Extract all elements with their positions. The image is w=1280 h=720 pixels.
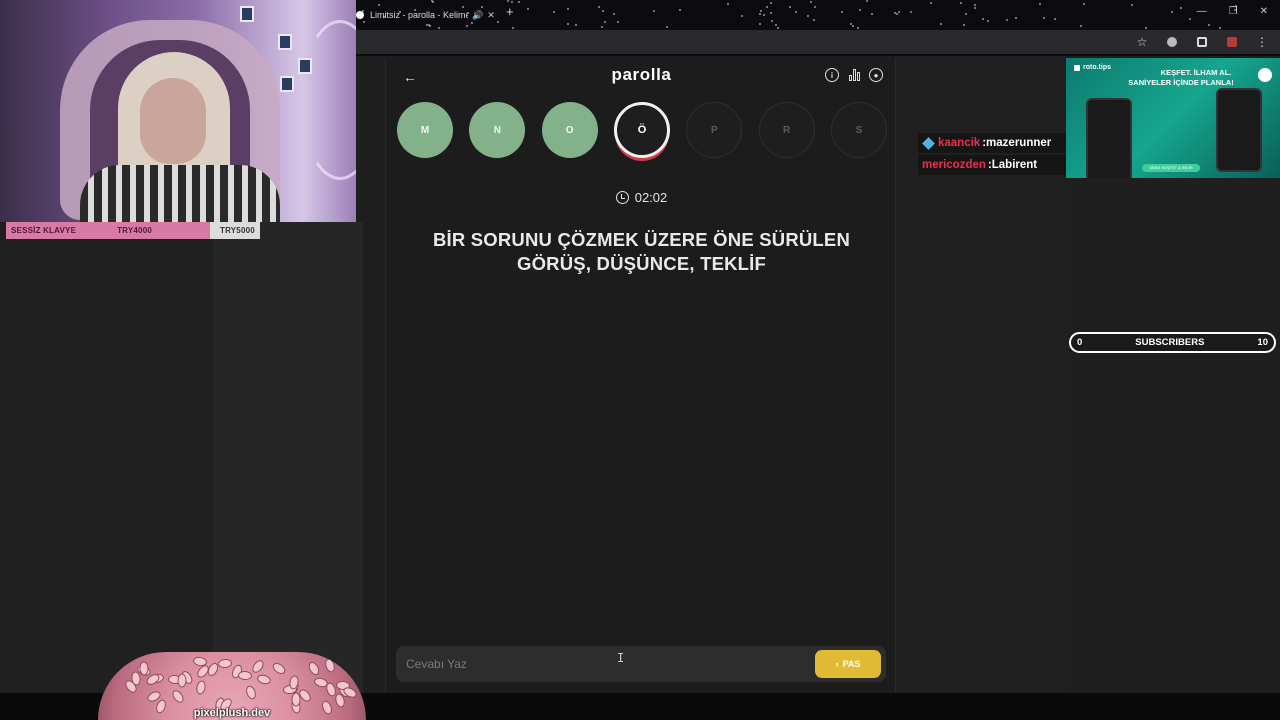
- pixel-leaf: [217, 658, 233, 669]
- profile-icon[interactable]: [1224, 34, 1240, 50]
- letter-done: N: [469, 102, 526, 158]
- donation-goal-bar: SESSİZ KLAVYE TRY4000 TRY5000: [6, 222, 260, 239]
- answer-input[interactable]: [406, 655, 786, 673]
- chat-message: mericozden: Labirent: [918, 155, 1066, 175]
- timer: 02:02: [386, 190, 897, 205]
- ad-cta: ŞİMDİ KEŞFET & İNDİR: [1142, 164, 1200, 172]
- stream-canvas: Limitsiz - parolla - Kelime o 🔊 ✕ + — ❐ …: [0, 0, 1280, 720]
- pixel-leaf: [256, 673, 272, 686]
- browser-toolbar: ☆ ⋮: [356, 30, 1280, 54]
- letter-done: M: [397, 102, 453, 158]
- clock-icon: [615, 191, 629, 204]
- game-header: ← parolla i ●: [386, 58, 897, 94]
- brand-logo-icon: [1074, 64, 1080, 71]
- subscriber-label: SUBSCRIBERS: [1135, 337, 1205, 348]
- ad-brand-name: roto.tips: [1083, 64, 1111, 71]
- ring-light: [300, 20, 356, 180]
- pixel-art-overlay: pixelplush.dev: [98, 652, 366, 720]
- close-window-icon[interactable]: ✕: [1260, 6, 1268, 17]
- extension-dot-icon[interactable]: [1164, 34, 1180, 50]
- chat-text: Labirent: [991, 159, 1038, 171]
- wall-photo: [240, 6, 254, 22]
- goal-current: TRY4000: [117, 226, 152, 235]
- chat-username: kaancik: [938, 137, 981, 149]
- ad-headline-2: SANİYELER İÇİNDE PLANLA!: [1128, 78, 1234, 87]
- watermark-text: pixelplush.dev: [193, 707, 271, 719]
- pass-label: PAS: [842, 659, 861, 669]
- speaker-icon[interactable]: 🔊: [472, 10, 483, 21]
- goal-remaining: TRY5000: [210, 222, 260, 239]
- tab-close-icon[interactable]: ✕: [487, 10, 495, 21]
- wall-photo: [280, 76, 294, 92]
- subscriber-goal-value: 10: [1257, 337, 1268, 348]
- letter-pending: S: [830, 102, 887, 158]
- chat-text: mazerunner: [986, 137, 1052, 149]
- pass-button[interactable]: › PAS: [815, 650, 881, 678]
- tab-favicon-icon: [356, 11, 364, 19]
- letter-wheel: MNOÖPRS: [397, 102, 887, 164]
- browser-menu-icon[interactable]: ⋮: [1254, 34, 1270, 50]
- goal-target: TRY5000: [220, 226, 255, 235]
- subscriber-current: 0: [1077, 337, 1083, 348]
- question-text: BİR SORUNU ÇÖZMEK ÜZERE ÖNE SÜRÜLEN GÖRÜ…: [432, 229, 851, 274]
- pixel-leaf: [306, 660, 322, 677]
- mid-background-strip: [213, 222, 363, 693]
- letter-pending: P: [686, 102, 743, 158]
- browser-window-top: Limitsiz - parolla - Kelime o 🔊 ✕ + — ❐ …: [356, 0, 1280, 56]
- right-background-panel: [1066, 178, 1280, 693]
- pixel-leaf: [195, 679, 207, 696]
- left-background-panel: [0, 240, 213, 693]
- phone-mockup: [1086, 98, 1132, 178]
- letter-current: Ö: [613, 102, 670, 158]
- subscriber-goal: 0 SUBSCRIBERS 10: [1069, 332, 1276, 353]
- goal-name: SESSİZ KLAVYE: [11, 226, 77, 235]
- ad-brand: roto.tips: [1074, 64, 1111, 71]
- chat-overlay: kaancik: mazerunner mericozden: Labirent: [918, 133, 1066, 177]
- info-icon[interactable]: i: [825, 68, 839, 82]
- webcam-feed: [0, 0, 356, 222]
- pixel-leaf: [170, 688, 186, 705]
- wall-photo: [278, 34, 292, 50]
- pixel-leaf: [341, 685, 359, 700]
- answer-bar: › PAS: [396, 646, 886, 682]
- header-icons: i ●: [825, 68, 883, 82]
- bookmark-star-icon[interactable]: ☆: [1134, 34, 1150, 50]
- pixel-leaf: [250, 658, 266, 675]
- toolbar-icons: ☆ ⋮: [1134, 34, 1270, 50]
- tab-title: Limitsiz - parolla - Kelime o: [370, 10, 468, 20]
- sponsor-ad-banner: roto.tips KEŞFET. İLHAM AL. SANİYELER İÇ…: [1066, 58, 1280, 178]
- text-cursor-icon: I: [617, 651, 625, 665]
- pixel-leaf: [244, 684, 258, 701]
- goal-progress-fill: SESSİZ KLAVYE TRY4000: [6, 222, 210, 239]
- ad-toggle-icon: [1258, 68, 1272, 82]
- parolla-game-panel: ← parolla i ● MNOÖPRS 02:02 BİR SORUNU Ç…: [385, 58, 896, 693]
- timer-value: 02:02: [634, 190, 668, 205]
- streamer-face: [140, 78, 206, 164]
- game-logo: parolla: [611, 65, 672, 84]
- extensions-icon[interactable]: [1194, 34, 1210, 50]
- ad-headline-1: KEŞFET. İLHAM AL.: [1160, 68, 1232, 77]
- streamer-shirt: [80, 165, 280, 222]
- chevron-right-icon: ›: [835, 659, 839, 669]
- browser-tab[interactable]: Limitsiz - parolla - Kelime o 🔊 ✕: [356, 4, 500, 26]
- stats-icon[interactable]: [847, 68, 861, 82]
- chat-message: kaancik: mazerunner: [918, 133, 1066, 153]
- letter-pending: R: [758, 102, 815, 158]
- pixel-leaf: [291, 692, 301, 707]
- pixel-leaf: [177, 673, 187, 688]
- profile-icon[interactable]: ●: [869, 68, 883, 82]
- chat-badge-icon: [922, 136, 935, 150]
- chat-username: mericozden: [922, 159, 986, 171]
- phone-mockup: [1216, 88, 1262, 172]
- letter-done: O: [541, 102, 598, 158]
- new-tab-button[interactable]: +: [506, 4, 514, 19]
- pixel-leaf: [237, 670, 253, 681]
- pixel-leaf: [270, 660, 288, 677]
